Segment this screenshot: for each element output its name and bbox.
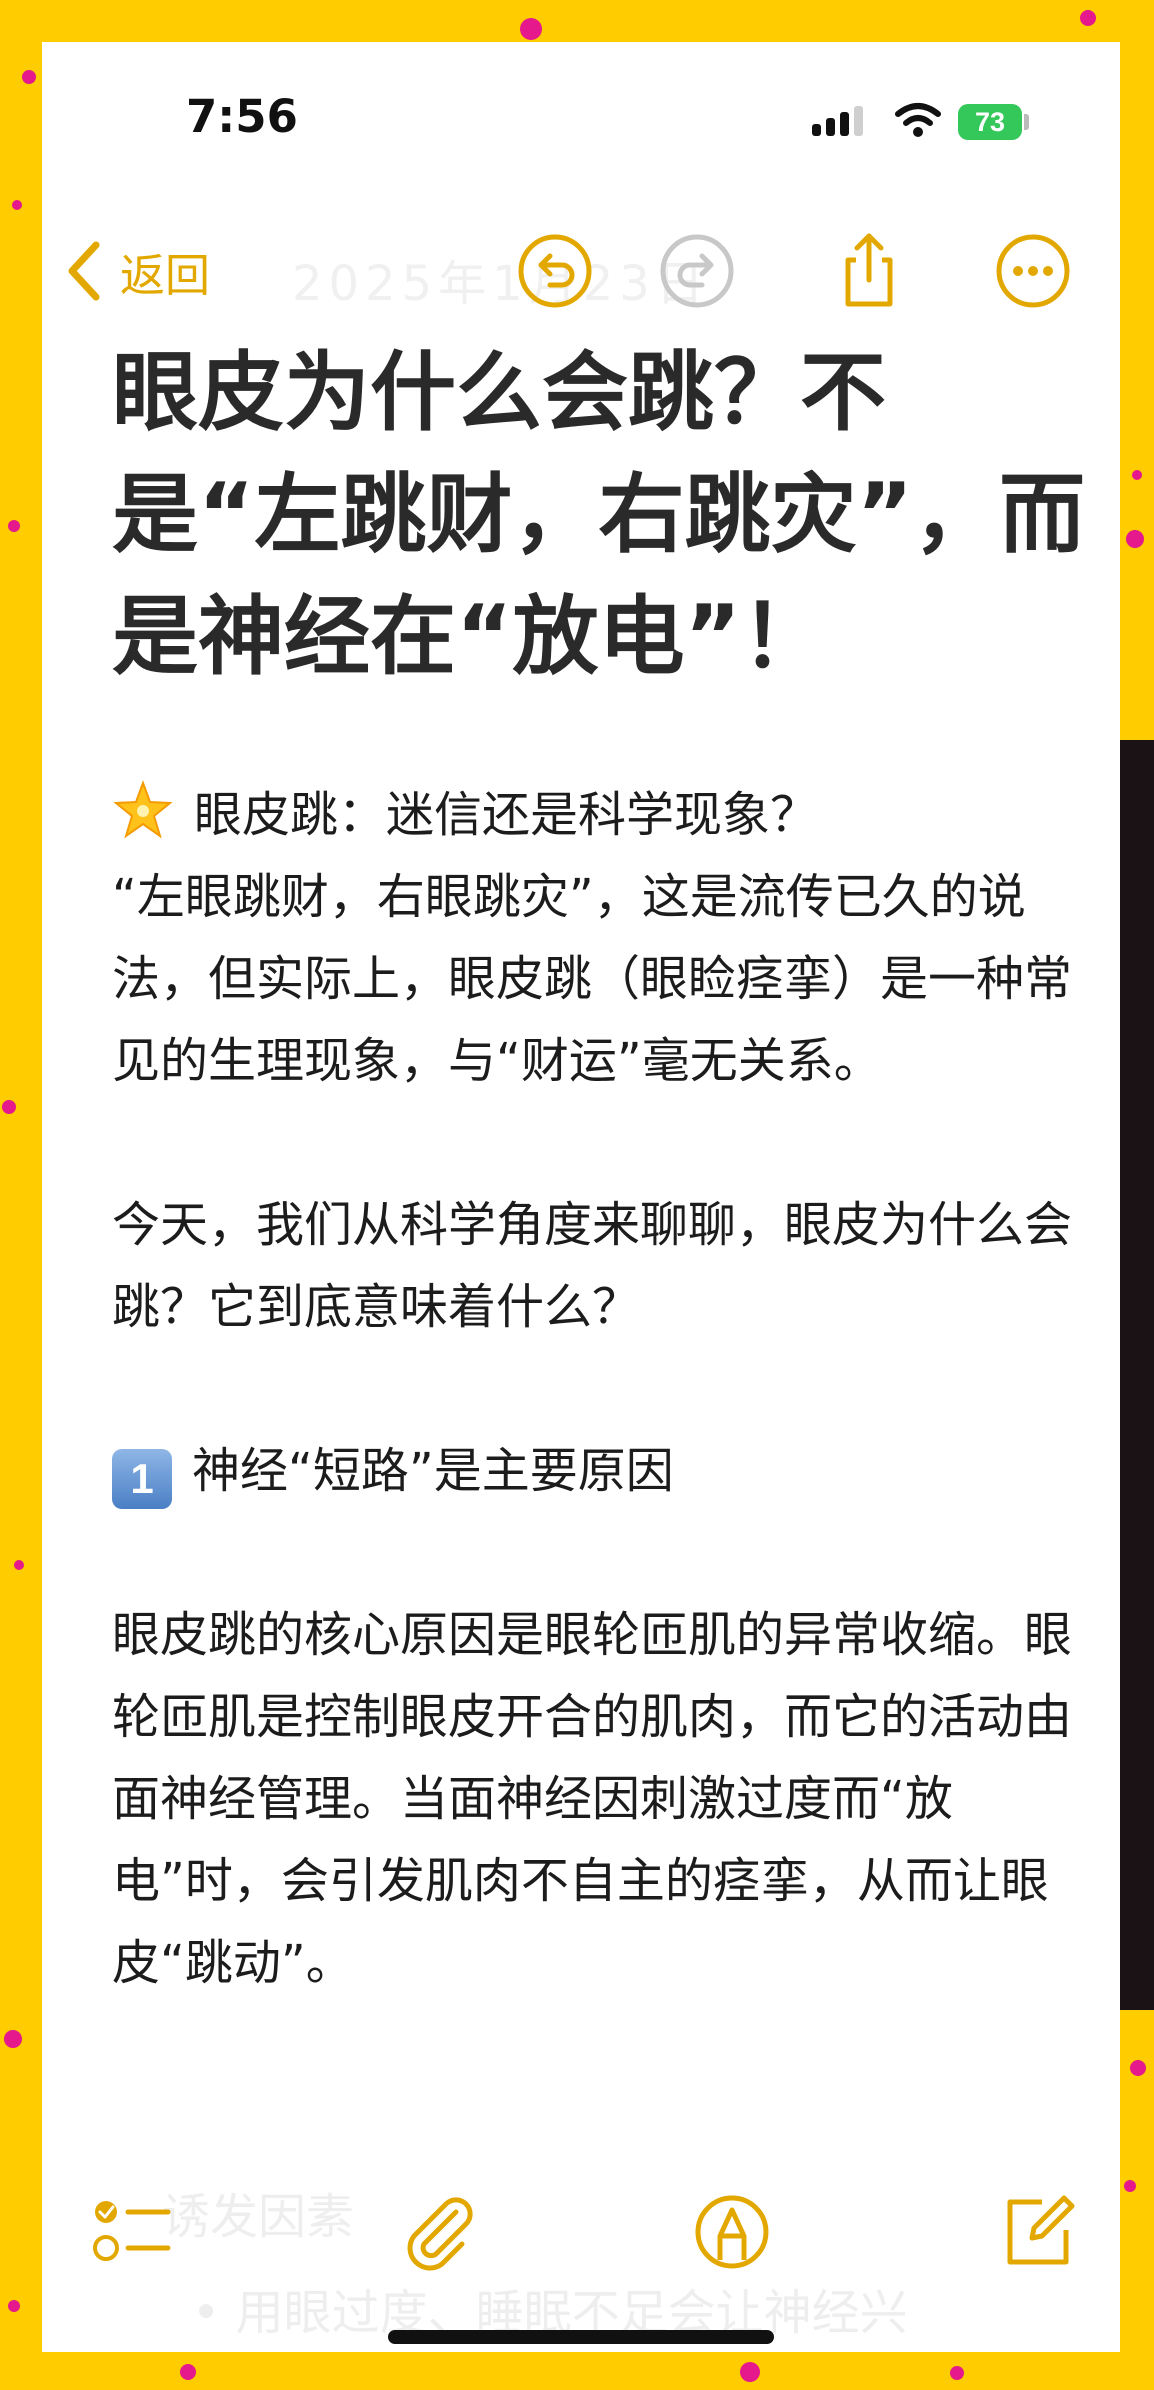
redo-button[interactable] xyxy=(658,232,736,310)
wifi-icon xyxy=(895,103,941,137)
back-button[interactable]: 返回 xyxy=(64,236,210,306)
compose-icon xyxy=(1007,2195,1075,2265)
paperclip-icon xyxy=(407,2197,473,2271)
notes-screen: 7:56 73 2025年1月23日 返回 眼皮为什么会跳？不是“左跳财，右跳灾… xyxy=(42,42,1120,2352)
markup-pen-icon xyxy=(695,2195,769,2269)
section1-body-a[interactable]: “左眼跳财，右眼跳灾”，这是流传已久的说法，但实际上，眼皮跳（眼睑痉挛）是一种常… xyxy=(112,856,1102,1102)
note-date-faint: 2025年1月23日 xyxy=(292,256,710,312)
markup-button[interactable] xyxy=(692,2192,772,2272)
share-button[interactable] xyxy=(830,232,908,310)
bottom-toolbar xyxy=(42,2172,1120,2292)
checklist-button[interactable] xyxy=(92,2192,172,2272)
more-icon xyxy=(996,234,1070,308)
undo-icon xyxy=(518,234,592,308)
back-label: 返回 xyxy=(120,248,211,302)
status-time: 7:56 xyxy=(186,90,298,143)
attachment-button[interactable] xyxy=(398,2192,478,2272)
section1-body-b[interactable]: 今天，我们从科学角度来聊聊，眼皮为什么会跳？它到底意味着什么？ xyxy=(112,1184,1102,1348)
glowing-star-icon xyxy=(113,780,173,839)
background-photo-edge xyxy=(1120,740,1154,2010)
section2-heading: 神经“短路”是主要原因 xyxy=(192,1443,674,1499)
nav-bar: 2025年1月23日 返回 xyxy=(42,222,1120,322)
cellular-signal-icon xyxy=(812,106,863,136)
status-indicators: 73 xyxy=(812,100,1052,144)
section2-body[interactable]: 眼皮跳的核心原因是眼轮匝肌的异常收缩。眼轮匝肌是控制眼皮开合的肌肉，而它的活动由… xyxy=(112,1594,1102,2004)
keycap-one-icon: 1 xyxy=(112,1449,172,1509)
section2-heading-line[interactable]: 1 神经“短路”是主要原因 xyxy=(112,1430,1102,1512)
share-icon xyxy=(845,233,893,307)
compose-button[interactable] xyxy=(998,2192,1078,2272)
redo-icon xyxy=(660,234,734,308)
battery-indicator: 73 xyxy=(958,104,1022,140)
chevron-left-icon xyxy=(68,241,100,301)
note-title[interactable]: 眼皮为什么会跳？不是“左跳财，右跳灾”，而是神经在“放电”！ xyxy=(112,332,1092,698)
section1-heading-line[interactable]: 眼皮跳：迷信还是科学现象？ xyxy=(112,774,1102,856)
more-button[interactable] xyxy=(994,232,1072,310)
section1-heading: 眼皮跳：迷信还是科学现象？ xyxy=(194,787,819,843)
checklist-icon xyxy=(93,2201,171,2261)
undo-button[interactable] xyxy=(516,232,594,310)
home-indicator[interactable] xyxy=(388,2330,774,2344)
battery-cap xyxy=(1024,114,1029,130)
